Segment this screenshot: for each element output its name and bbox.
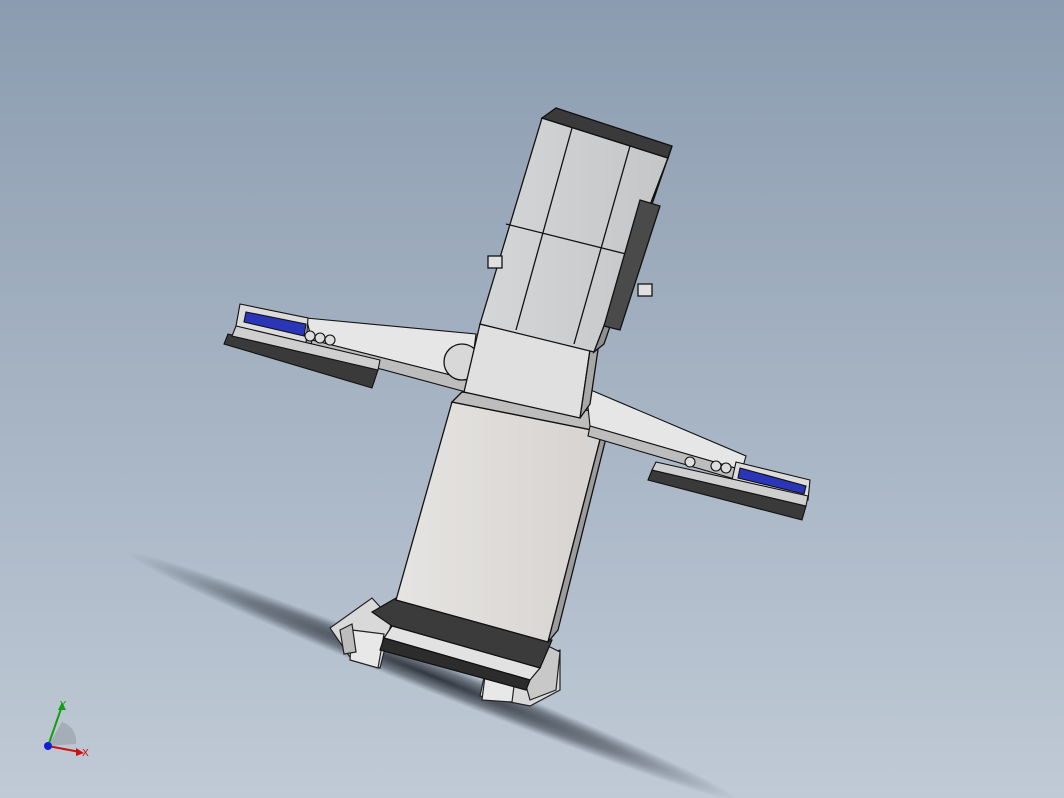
graphics-viewport[interactable]: Y X <box>0 0 1064 798</box>
left-arm <box>223 303 477 393</box>
lower-column <box>395 391 614 643</box>
coordinate-triad: Y X <box>36 696 96 760</box>
upper-housing <box>479 107 673 354</box>
model-scene[interactable] <box>0 0 1064 798</box>
x-axis-icon <box>47 745 81 753</box>
right-arm <box>585 387 811 521</box>
y-axis-label: Y <box>59 700 67 711</box>
z-axis-icon <box>44 742 52 750</box>
x-axis-label: X <box>82 748 89 759</box>
